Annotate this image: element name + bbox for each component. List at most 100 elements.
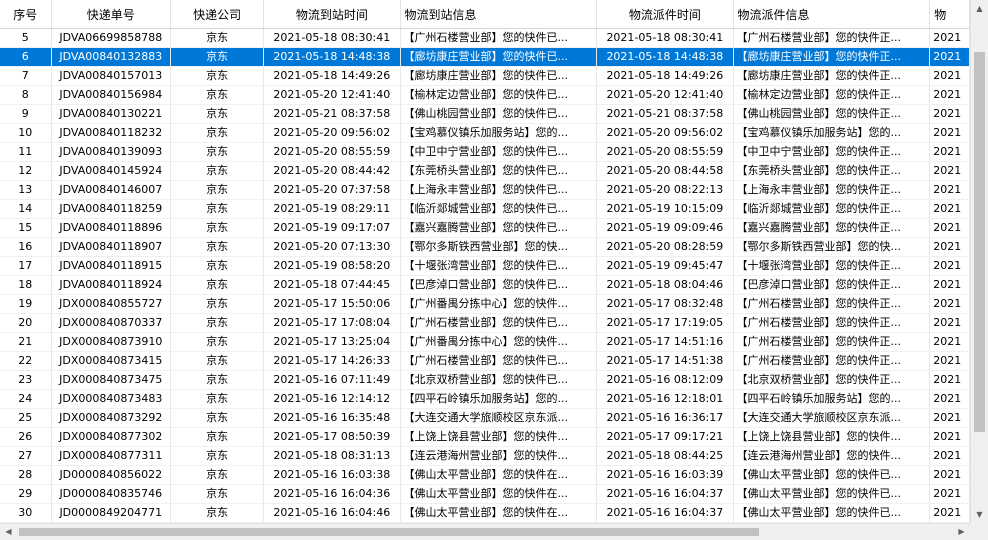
- cell-dispatch-info: 【嘉兴嘉腾营业部】您的快件正...: [733, 218, 931, 238]
- cell-seq: 18: [0, 275, 52, 295]
- table-row[interactable]: 12 JDVA00840145924 京东 2021-05-20 08:44:42 【东…: [0, 161, 970, 181]
- cell-seq: 26: [0, 427, 52, 447]
- cell-arrival-time: 2021-05-20 12:41:40: [263, 85, 401, 105]
- cell-arrival-info: 【广州石楼营业部】您的快件已...: [400, 313, 598, 333]
- vertical-scroll-thumb[interactable]: [974, 52, 985, 432]
- cell-arrival-time: 2021-05-20 08:55:59: [263, 142, 401, 162]
- column-header-extra[interactable]: 物: [929, 0, 970, 29]
- table-row[interactable]: 29 JD0000840835746 京东 2021-05-16 16:04:36 【佛…: [0, 484, 970, 504]
- cell-arrival-time: 2021-05-19 09:17:07: [263, 218, 401, 238]
- table-row[interactable]: 22 JDX000840873415 京东 2021-05-17 14:26:33 【广…: [0, 351, 970, 371]
- cell-dispatch-info: 【广州石楼营业部】您的快件正...: [733, 313, 931, 333]
- column-header-arrival-info[interactable]: 物流到站信息: [400, 0, 598, 29]
- cell-company: 京东: [170, 446, 265, 466]
- table-row[interactable]: 19 JDX000840855727 京东 2021-05-17 15:50:06 【广…: [0, 294, 970, 314]
- cell-tracking-no: JDX000840870337: [51, 313, 172, 333]
- cell-seq: 29: [0, 484, 52, 504]
- table-row[interactable]: 21 JDX000840873910 京东 2021-05-17 13:25:04 【广…: [0, 332, 970, 352]
- cell-arrival-info: 【东莞桥头营业部】您的快件已...: [400, 161, 598, 181]
- cell-dispatch-info: 【上海永丰营业部】您的快件正...: [733, 180, 931, 200]
- scroll-down-arrow-icon[interactable]: ▼: [971, 506, 988, 523]
- cell-dispatch-time: 2021-05-21 08:37:58: [596, 104, 734, 124]
- cell-seq: 16: [0, 237, 52, 257]
- table-row[interactable]: 14 JDVA00840118259 京东 2021-05-19 08:29:11 【临…: [0, 199, 970, 219]
- cell-tracking-no: JDX000840873483: [51, 389, 172, 409]
- cell-dispatch-info: 【大连交通大学旅顺校区京东派...: [733, 408, 931, 428]
- scroll-right-arrow-icon[interactable]: ▶: [953, 524, 970, 540]
- cell-company: 京东: [170, 351, 265, 371]
- table-row[interactable]: 24 JDX000840873483 京东 2021-05-16 12:14:12 【四…: [0, 389, 970, 409]
- cell-arrival-time: 2021-05-16 16:04:36: [263, 484, 401, 504]
- scroll-left-arrow-icon[interactable]: ◀: [0, 524, 17, 540]
- table-row[interactable]: 20 JDX000840870337 京东 2021-05-17 17:08:04 【广…: [0, 313, 970, 333]
- cell-dispatch-info: 【北京双桥营业部】您的快件正...: [733, 370, 931, 390]
- cell-dispatch-info: 【中卫中宁营业部】您的快件正...: [733, 142, 931, 162]
- cell-arrival-info: 【榆林定边营业部】您的快件已...: [400, 85, 598, 105]
- table-row[interactable]: 9 JDVA00840130221 京东 2021-05-21 08:37:58 【佛山…: [0, 104, 970, 124]
- cell-dispatch-time: 2021-05-18 08:04:46: [596, 275, 734, 295]
- cell-arrival-time: 2021-05-20 08:44:42: [263, 161, 401, 181]
- column-header-company[interactable]: 快递公司: [170, 0, 265, 29]
- cell-arrival-info: 【中卫中宁营业部】您的快件已...: [400, 142, 598, 162]
- table-row[interactable]: 26 JDX000840877302 京东 2021-05-17 08:50:39 【上…: [0, 427, 970, 447]
- table-row[interactable]: 13 JDVA00840146007 京东 2021-05-20 07:37:58 【上…: [0, 180, 970, 200]
- column-header-dispatch-time[interactable]: 物流派件时间: [596, 0, 734, 29]
- cell-dispatch-time: 2021-05-19 10:15:09: [596, 199, 734, 219]
- cell-dispatch-info: 【佛山桃园营业部】您的快件正...: [733, 104, 931, 124]
- cell-company: 京东: [170, 47, 265, 67]
- cell-tracking-no: JDVA00840118896: [51, 218, 172, 238]
- cell-company: 京东: [170, 427, 265, 447]
- cell-arrival-time: 2021-05-17 14:26:33: [263, 351, 401, 371]
- cell-seq: 13: [0, 180, 52, 200]
- column-header-arrival-time[interactable]: 物流到站时间: [263, 0, 401, 29]
- cell-company: 京东: [170, 237, 265, 257]
- column-header-seq[interactable]: 序号: [0, 0, 52, 29]
- table-row[interactable]: 17 JDVA00840118915 京东 2021-05-19 08:58:20 【十…: [0, 256, 970, 276]
- cell-tracking-no: JDX000840877311: [51, 446, 172, 466]
- table-row[interactable]: 7 JDVA00840157013 京东 2021-05-18 14:49:26 【廊坊…: [0, 66, 970, 86]
- cell-arrival-time: 2021-05-17 15:50:06: [263, 294, 401, 314]
- table-row[interactable]: 10 JDVA00840118232 京东 2021-05-20 09:56:02 【宝…: [0, 123, 970, 143]
- cell-arrival-time: 2021-05-16 16:04:46: [263, 503, 401, 523]
- column-header-tracking-no[interactable]: 快递单号: [51, 0, 172, 29]
- cell-dispatch-time: 2021-05-17 14:51:38: [596, 351, 734, 371]
- vertical-scrollbar[interactable]: ▲ ▼: [970, 0, 988, 523]
- cell-arrival-info: 【广州石楼营业部】您的快件已...: [400, 28, 598, 48]
- cell-seq: 30: [0, 503, 52, 523]
- cell-tracking-no: JD0000840835746: [51, 484, 172, 504]
- table-row[interactable]: 15 JDVA00840118896 京东 2021-05-19 09:17:07 【嘉…: [0, 218, 970, 238]
- cell-arrival-time: 2021-05-16 16:35:48: [263, 408, 401, 428]
- cell-dispatch-time: 2021-05-20 09:56:02: [596, 123, 734, 143]
- table-row[interactable]: 18 JDVA00840118924 京东 2021-05-18 07:44:45 【巴…: [0, 275, 970, 295]
- table-row[interactable]: 8 JDVA00840156984 京东 2021-05-20 12:41:40 【榆林…: [0, 85, 970, 105]
- cell-seq: 28: [0, 465, 52, 485]
- cell-extra: 2021: [929, 427, 970, 447]
- table-row[interactable]: 30 JD0000849204771 京东 2021-05-16 16:04:46 【佛…: [0, 503, 970, 523]
- cell-arrival-time: 2021-05-19 08:58:20: [263, 256, 401, 276]
- table-row[interactable]: 23 JDX000840873475 京东 2021-05-16 07:11:49 【北…: [0, 370, 970, 390]
- column-header-dispatch-info[interactable]: 物流派件信息: [733, 0, 931, 29]
- table-row[interactable]: 11 JDVA00840139093 京东 2021-05-20 08:55:59 【中…: [0, 142, 970, 162]
- table-row[interactable]: 25 JDX000840873292 京东 2021-05-16 16:35:48 【大…: [0, 408, 970, 428]
- cell-company: 京东: [170, 66, 265, 86]
- table-row[interactable]: 5 JDVA06699858788 京东 2021-05-18 08:30:41 【广州…: [0, 28, 970, 48]
- cell-dispatch-time: 2021-05-17 08:32:48: [596, 294, 734, 314]
- cell-extra: 2021: [929, 218, 970, 238]
- data-grid[interactable]: 序号 快递单号 快递公司 物流到站时间 物流到站信息 物流派件时间 物流派件信息物 5 JDV…: [0, 0, 970, 523]
- horizontal-scrollbar[interactable]: ◀ ▶: [0, 523, 970, 540]
- table-body: 5 JDVA06699858788 京东 2021-05-18 08:30:41 【广州…: [0, 28, 970, 523]
- cell-arrival-time: 2021-05-21 08:37:58: [263, 104, 401, 124]
- cell-arrival-info: 【广州番禺分拣中心】您的快件...: [400, 294, 598, 314]
- cell-dispatch-time: 2021-05-16 16:36:17: [596, 408, 734, 428]
- scroll-up-arrow-icon[interactable]: ▲: [971, 0, 988, 17]
- horizontal-scroll-thumb[interactable]: [19, 528, 759, 536]
- table-row[interactable]: 16 JDVA00840118907 京东 2021-05-20 07:13:30 【鄂…: [0, 237, 970, 257]
- table-row[interactable]: 6 JDVA00840132883 京东 2021-05-18 14:48:38 【廊坊…: [0, 47, 970, 67]
- cell-arrival-time: 2021-05-20 09:56:02: [263, 123, 401, 143]
- table-row[interactable]: 27 JDX000840877311 京东 2021-05-18 08:31:13 【连…: [0, 446, 970, 466]
- cell-tracking-no: JDVA00840139093: [51, 142, 172, 162]
- table-row[interactable]: 28 JD0000840856022 京东 2021-05-16 16:03:38 【佛…: [0, 465, 970, 485]
- cell-dispatch-time: 2021-05-20 08:28:59: [596, 237, 734, 257]
- cell-company: 京东: [170, 465, 265, 485]
- cell-dispatch-time: 2021-05-20 08:44:58: [596, 161, 734, 181]
